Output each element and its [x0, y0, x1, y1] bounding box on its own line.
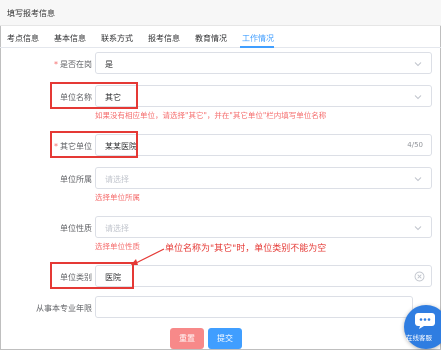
- online-service-button[interactable]: 在线客服: [404, 305, 441, 349]
- years-label: 从事本专业年限: [36, 304, 92, 313]
- highlight-unit-name: [50, 82, 138, 109]
- on-job-value: 是: [105, 60, 113, 69]
- tab-contact[interactable]: 联系方式: [101, 33, 133, 44]
- annotation-text: 单位名称为"其它"时，单位类别不能为空: [165, 244, 327, 254]
- page-header: 填写报考信息: [0, 0, 441, 26]
- unit-category-select[interactable]: 医院: [95, 265, 432, 287]
- chevron-down-icon: [414, 226, 422, 231]
- chat-label: 在线客服: [406, 334, 432, 342]
- unit-nature-label: 单位性质: [60, 224, 92, 233]
- clear-icon[interactable]: [414, 271, 425, 282]
- on-job-select[interactable]: 是: [95, 52, 432, 74]
- on-job-label: * 是否在岗: [54, 60, 92, 69]
- unit-name-hint: 如果没有相应单位，请选择"其它"，并在"其它单位"栏内填写单位名称: [95, 111, 327, 120]
- chevron-down-icon: [414, 95, 422, 100]
- unit-affiliation-placeholder: 请选择: [105, 175, 129, 184]
- tab-work[interactable]: 工作情况: [242, 33, 274, 44]
- tab-exam-info[interactable]: 报考信息: [148, 33, 180, 44]
- years-input[interactable]: [95, 296, 413, 318]
- active-tab-indicator: [240, 46, 274, 48]
- reset-button[interactable]: 重置: [170, 328, 204, 349]
- tab-bar: 考点信息 基本信息 联系方式 报考信息 教育情况 工作情况: [0, 26, 441, 48]
- highlight-unit-category: [50, 262, 134, 289]
- unit-name-select[interactable]: 其它: [95, 85, 432, 107]
- unit-affiliation-label: 单位所属: [60, 175, 92, 184]
- page-title: 填写报考信息: [7, 9, 55, 18]
- unit-nature-select[interactable]: 请选择: [95, 216, 432, 238]
- unit-affiliation-select[interactable]: 请选择: [95, 167, 432, 189]
- unit-nature-placeholder: 请选择: [105, 224, 129, 233]
- unit-affiliation-error: 选择单位所属: [95, 193, 140, 202]
- other-unit-input[interactable]: 某某医院 4/50: [95, 134, 432, 156]
- tab-exam-site[interactable]: 考点信息: [7, 33, 39, 44]
- chat-icon: [415, 313, 435, 329]
- chevron-down-icon: [414, 177, 422, 182]
- highlight-other-unit: [50, 131, 138, 158]
- char-counter: 4/50: [407, 141, 423, 149]
- tab-basic-info[interactable]: 基本信息: [54, 33, 86, 44]
- tab-education[interactable]: 教育情况: [195, 33, 227, 44]
- chevron-down-icon: [414, 62, 422, 67]
- submit-button[interactable]: 提交: [208, 328, 242, 349]
